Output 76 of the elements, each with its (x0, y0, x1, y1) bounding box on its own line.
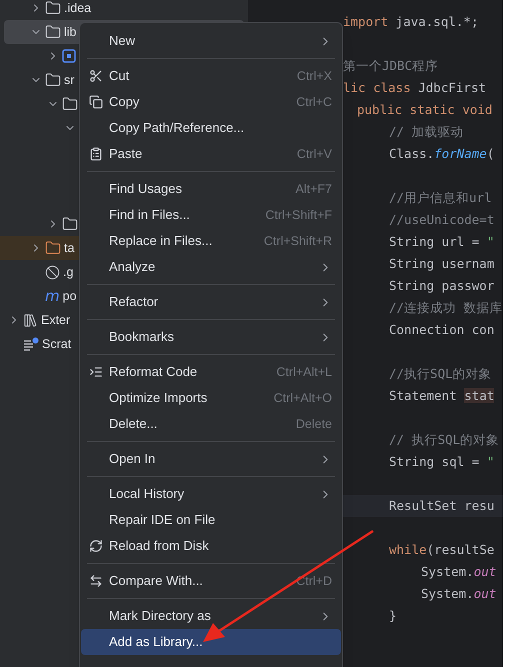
tree-item-label[interactable]: po (62, 286, 77, 306)
menu-item[interactable]: Optimize Imports Ctrl+Alt+O (81, 385, 341, 411)
code-line: public static void (357, 100, 492, 119)
scratches-icon (23, 337, 39, 351)
menu-item[interactable]: Refactor (81, 289, 341, 315)
menu-item[interactable]: Replace in Files... Ctrl+Shift+R (81, 228, 341, 254)
folder-icon (45, 240, 61, 256)
code-line: String sql = " (389, 452, 494, 471)
code-line: String usernam (389, 254, 494, 273)
code-line: System.out (421, 562, 496, 581)
tree-item-label[interactable]: .idea (64, 0, 92, 18)
code-line: Statement stat (389, 386, 494, 405)
menu-item[interactable]: Copy Path/Reference... (81, 115, 341, 141)
menu-item[interactable]: Local History (81, 481, 341, 507)
menu-item[interactable]: Mark Directory as (81, 603, 341, 629)
code-line: import java.sql.*; (343, 12, 478, 31)
shortcut-label: Ctrl+Shift+F (265, 206, 332, 224)
shortcut-label: Alt+F7 (296, 180, 332, 198)
code-line: //执行SQL的对象 (389, 364, 492, 383)
module-icon (62, 49, 76, 63)
ignore-icon (45, 264, 60, 280)
code-line: //用户信息和url (389, 188, 492, 207)
tree-item-label[interactable]: Exter (41, 310, 70, 330)
shortcut-label: Ctrl+Alt+O (274, 390, 332, 407)
menu-item[interactable]: Copy Ctrl+C (81, 89, 341, 115)
tree-item-label[interactable]: sr (64, 70, 74, 90)
menu-item[interactable]: Analyze (81, 254, 341, 280)
menu-item[interactable]: Find in Files... Ctrl+Shift+F (81, 202, 341, 228)
menu-item[interactable]: New (81, 28, 341, 54)
menu-item[interactable]: Open In (81, 446, 341, 472)
code-line: // 执行SQL的对象 (389, 430, 500, 449)
menu-item[interactable]: Add as Library... (81, 629, 341, 655)
menu-item[interactable]: Reformat Code Ctrl+Alt+L (81, 359, 341, 385)
folder-icon (45, 72, 61, 88)
menu-item[interactable]: Delete... Delete (81, 411, 341, 437)
tree-item-label[interactable]: ta (64, 238, 74, 258)
shortcut-label: Ctrl+Shift+R (264, 232, 332, 250)
code-line: } (389, 606, 397, 625)
code-line: Class.forName( (389, 144, 494, 163)
menu-item[interactable]: Repair IDE on File (81, 507, 341, 533)
tree-item-label[interactable]: Scrat (42, 334, 72, 354)
folder-icon (62, 216, 78, 232)
maven-icon: m (45, 288, 60, 304)
code-line: // 加载驱动 (389, 122, 464, 141)
shortcut-label: Ctrl+V (296, 146, 332, 163)
code-line: System.out (421, 584, 496, 603)
code-line: lic class JdbcFirst (343, 78, 486, 97)
folder-icon (45, 0, 61, 16)
scissors-icon (89, 69, 103, 83)
menu-item[interactable]: Paste Ctrl+V (81, 141, 341, 167)
menu-item[interactable]: Reload from Disk (81, 533, 341, 559)
shortcut-label: Ctrl+C (296, 94, 332, 111)
paste-icon (89, 147, 103, 161)
menu-item[interactable]: Cut Ctrl+X (81, 63, 341, 89)
reformat-icon (89, 365, 103, 379)
tree-item-label[interactable]: lib (64, 22, 77, 42)
code-line: 第一个JDBC程序 (343, 56, 438, 75)
shortcut-label: Ctrl+Alt+L (276, 364, 332, 381)
reload-icon (89, 539, 103, 553)
code-line: //useUnicode=t (389, 210, 494, 229)
folder-icon (62, 96, 78, 112)
compare-icon (89, 574, 103, 588)
code-line: String url = " (389, 232, 494, 251)
code-line: String passwor (389, 276, 494, 295)
code-line: //连接成功 数据库 (389, 298, 503, 317)
shortcut-label: Ctrl+X (296, 68, 332, 85)
shortcut-label: Delete (296, 416, 332, 433)
copy-icon (89, 95, 103, 109)
tree-item-label[interactable]: .g (63, 262, 74, 282)
menu-item[interactable]: Find Usages Alt+F7 (81, 176, 341, 202)
folder-icon (45, 24, 61, 40)
menu-item[interactable]: Bookmarks (81, 324, 341, 350)
libraries-icon (23, 312, 38, 328)
code-line: Connection con (389, 320, 494, 339)
code-line: ResultSet resu (389, 496, 494, 515)
code-line: while(resultSe (389, 540, 494, 559)
